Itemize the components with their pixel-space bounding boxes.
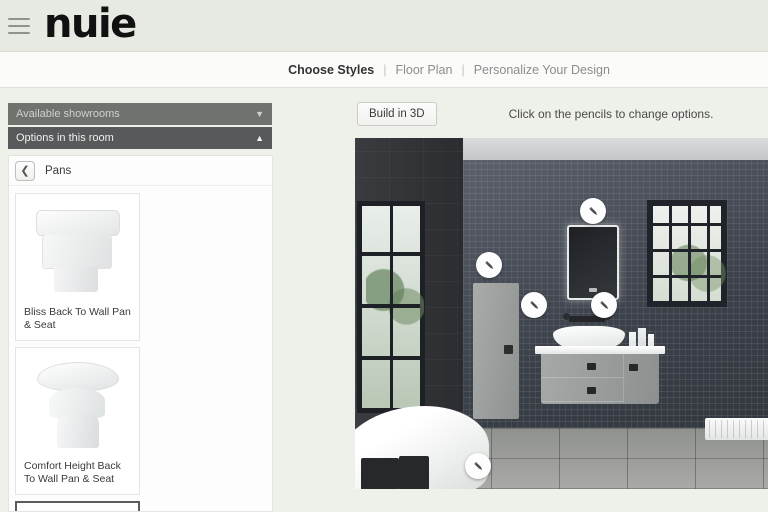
vanity-countertop — [535, 346, 665, 354]
product-image-comfort-height — [16, 348, 139, 460]
bathroom-render[interactable] — [355, 138, 768, 489]
tall-cabinet[interactable] — [473, 283, 519, 419]
product-label-comfort-height: Comfort Height Back To Wall Pan & Seat — [24, 459, 121, 485]
app-header: nuie — [0, 0, 768, 52]
pencil-pin-bath[interactable] — [465, 453, 491, 479]
tab-choose-styles[interactable]: Choose Styles — [279, 63, 383, 77]
pencil-icon — [599, 300, 608, 309]
tab-floor-plan[interactable]: Floor Plan — [386, 63, 461, 77]
breadcrumb: ❮ Pans — [9, 156, 272, 186]
pencil-icon — [484, 260, 493, 269]
breadcrumb-label: Pans — [45, 164, 72, 177]
app-root: nuie Choose Styles | Floor Plan | Person… — [0, 0, 768, 512]
pencil-icon — [588, 206, 597, 215]
pencil-hint-text: Click on the pencils to change options. — [508, 106, 714, 121]
pencil-pin-mirror[interactable] — [580, 198, 606, 224]
step-navbar: Choose Styles | Floor Plan | Personalize… — [0, 52, 768, 88]
product-label-bliss: Bliss Back To Wall Pan & Seat — [24, 305, 131, 331]
chevron-left-icon: ❮ — [20, 165, 30, 177]
led-mirror[interactable] — [567, 225, 619, 300]
design-viewport: Build in 3D Click on the pencils to chan… — [280, 89, 768, 512]
pencil-icon — [473, 461, 482, 470]
product-card-bliss[interactable]: Bliss Back To Wall Pan & Seat — [15, 193, 140, 341]
product-card-luna[interactable]: Luna Back To Wall Pan & Seat — [15, 501, 140, 511]
options-panel: ❮ Pans Bliss Back To Wall Pan & Seat Com… — [8, 155, 273, 512]
product-grid: Bliss Back To Wall Pan & Seat Comfort He… — [9, 186, 272, 511]
sidebar: Available showrooms ▼ Options in this ro… — [0, 89, 280, 512]
build-in-3d-button[interactable]: Build in 3D — [357, 101, 437, 126]
plant-pot-1 — [361, 458, 399, 489]
window-foliage — [366, 246, 424, 356]
vanity-unit[interactable] — [541, 354, 659, 404]
window-foliage — [657, 228, 727, 298]
back-button[interactable]: ❮ — [15, 160, 35, 181]
plant-pot-2 — [399, 456, 429, 489]
hamburger-icon[interactable] — [8, 17, 30, 34]
dropdown-options-in-this-room[interactable]: Options in this room ▲ — [8, 127, 272, 149]
pencil-pin-vanity[interactable] — [591, 292, 617, 318]
dropdown-available-showrooms-label: Available showrooms — [16, 108, 120, 120]
chevron-up-icon: ▲ — [255, 132, 264, 143]
pencil-pin-basin[interactable] — [521, 292, 547, 318]
tab-personalize-your-design[interactable]: Personalize Your Design — [465, 63, 619, 77]
dropdown-available-showrooms[interactable]: Available showrooms ▼ — [8, 103, 272, 125]
chevron-down-icon: ▼ — [255, 108, 264, 119]
dropdown-options-in-this-room-label: Options in this room — [16, 132, 114, 144]
product-image-luna — [17, 503, 138, 511]
product-card-comfort-height[interactable]: Comfort Height Back To Wall Pan & Seat — [15, 347, 140, 495]
brand-logo: nuie — [44, 0, 137, 47]
product-image-bliss — [16, 194, 139, 306]
pencil-pin-cabinet[interactable] — [476, 252, 502, 278]
pencil-icon — [529, 300, 538, 309]
left-window — [357, 201, 425, 413]
viewport-toolbar: Build in 3D Click on the pencils to chan… — [280, 89, 768, 138]
shower-tray[interactable] — [705, 418, 768, 440]
right-window — [647, 200, 727, 307]
